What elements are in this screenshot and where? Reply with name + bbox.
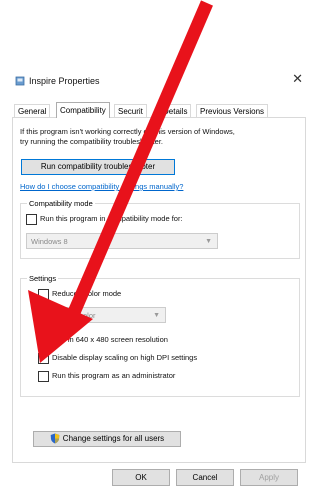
tab-compatibility[interactable]: Compatibility xyxy=(56,102,110,118)
red-arrow-annotation xyxy=(28,0,213,363)
